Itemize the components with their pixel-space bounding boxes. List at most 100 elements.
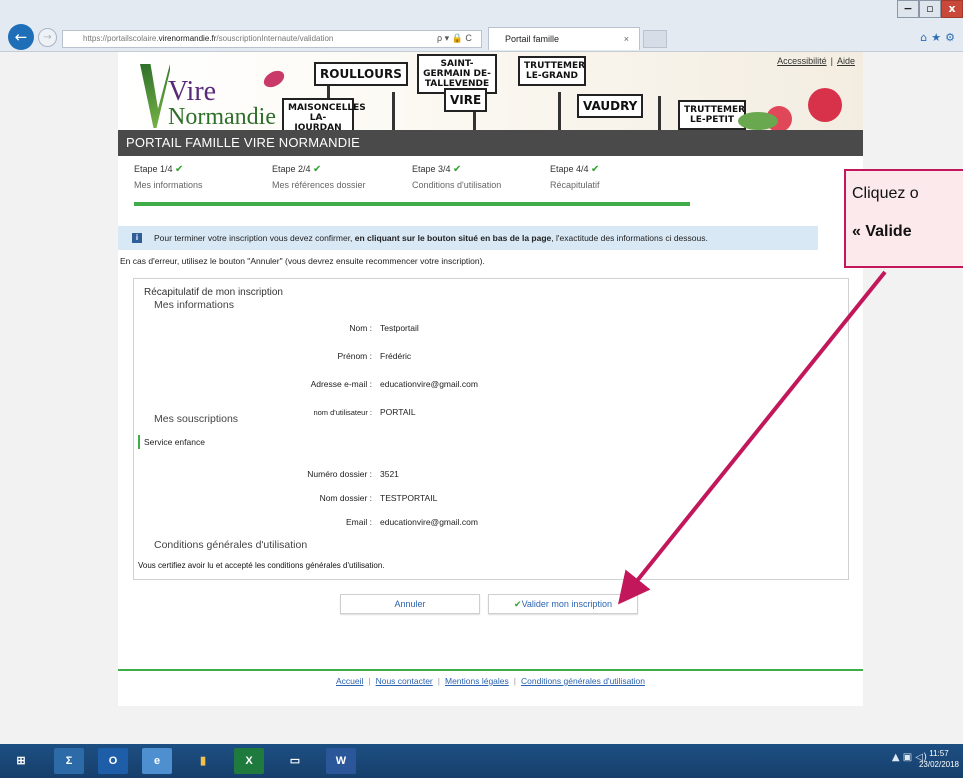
help-link[interactable]: Aide — [837, 56, 855, 66]
top-links: Accessibilité | Aide — [777, 56, 855, 66]
footer-link-cgu[interactable]: Conditions générales d'utilisation — [521, 676, 645, 686]
home-star-gear-icons[interactable]: ⌂★⚙ — [920, 31, 959, 44]
tab-title: Portail famille — [505, 34, 560, 44]
back-arrow-icon[interactable]: ← — [8, 24, 34, 50]
clock[interactable]: 11:57 23/02/2018 — [919, 748, 959, 770]
footer-separator: | — [513, 676, 516, 686]
info-icon: i — [132, 233, 142, 243]
field-key: Adresse e-mail : — [310, 379, 372, 389]
step-label: Etape 3/4 — [412, 164, 451, 174]
field-value: PORTAIL — [380, 407, 416, 417]
field-key: Nom : — [349, 323, 372, 333]
taskbar-window-icon[interactable]: ▭ — [280, 748, 310, 774]
minimize-button[interactable]: − — [897, 0, 919, 18]
field-row-email: Adresse e-mail : educationvire@gmail.com — [134, 379, 694, 389]
step-label: Etape 2/4 — [272, 164, 311, 174]
sign-maisoncelles: MAISONCELLES LA-JOURDAN — [282, 98, 366, 130]
footer-separator: | — [368, 676, 371, 686]
footer-divider — [118, 669, 863, 671]
footer-link-contact[interactable]: Nous contacter — [376, 676, 433, 686]
field-value: educationvire@gmail.com — [380, 379, 478, 389]
tab-portail-famille[interactable]: Portail famille × — [488, 27, 640, 50]
field-value: Testportail — [380, 323, 419, 333]
header-banner: Vire Normandie ROULLOURS SAINT-GERMAIN D… — [118, 52, 863, 130]
check-icon: ✔ — [591, 164, 600, 175]
recap-title: Récapitulatif de mon inscription — [144, 287, 283, 298]
section-mes-informations: Mes informations — [154, 299, 234, 311]
sign-post — [392, 92, 395, 130]
field-key: Numéro dossier : — [307, 469, 372, 479]
field-value: 3521 — [380, 469, 399, 479]
field-key: Email : — [346, 517, 372, 527]
decor-leaf-icon — [738, 112, 778, 130]
check-icon: ✔ — [313, 164, 322, 175]
step-sub: Mes informations — [134, 180, 203, 190]
step-3: Etape 3/4 ✔ Conditions d'utilisation — [412, 164, 501, 190]
maximize-button[interactable]: ▫ — [919, 0, 941, 18]
info-text-end: , l'exactitude des informations ci desso… — [551, 233, 708, 243]
start-button-icon[interactable]: ⊞ — [6, 748, 36, 774]
footer-link-mentions[interactable]: Mentions légales — [445, 676, 509, 686]
accessibility-link[interactable]: Accessibilité — [777, 56, 827, 66]
callout-line-1: Cliquez o — [852, 185, 919, 202]
page-viewport: Vire Normandie ROULLOURS SAINT-GERMAIN D… — [0, 52, 963, 744]
progress-bar — [134, 202, 690, 206]
file-explorer-icon[interactable]: ▮ — [188, 748, 218, 774]
section-mes-souscriptions: Mes souscriptions — [154, 413, 239, 425]
field-value: TESTPORTAIL — [380, 493, 438, 503]
field-key: Prénom : — [337, 351, 373, 361]
tab-close-icon[interactable]: × — [624, 28, 629, 50]
step-2: Etape 2/4 ✔ Mes références dossier — [272, 164, 366, 190]
word-icon[interactable]: W — [326, 748, 356, 774]
browser-chrome: ← → https://portailscolaire.virenormandi… — [0, 0, 963, 52]
info-banner: i Pour terminer votre inscription vous d… — [118, 226, 818, 250]
sign-truttemer-le-grand: TRUTTEMER LE-GRAND — [518, 56, 586, 86]
portal-page: Vire Normandie ROULLOURS SAINT-GERMAIN D… — [118, 52, 863, 706]
close-window-button[interactable]: x — [941, 0, 963, 18]
check-icon: ✔ — [453, 164, 462, 175]
sign-post — [558, 92, 561, 130]
step-sub: Récapitulatif — [550, 180, 600, 190]
info-text: Pour terminer votre inscription vous dev… — [154, 233, 355, 243]
field-value: educationvire@gmail.com — [380, 517, 478, 527]
field-row-prenom: Prénom : Frédéric — [134, 351, 694, 361]
outlook-icon[interactable]: O — [98, 748, 128, 774]
footer-link-accueil[interactable]: Accueil — [336, 676, 363, 686]
clock-time: 11:57 — [929, 749, 949, 758]
service-enfance-label: Service enfance — [138, 435, 205, 449]
field-row-nom-dossier: Nom dossier : TESTPORTAIL — [134, 493, 694, 503]
new-tab-button[interactable] — [643, 30, 667, 48]
footer-links: Accueil | Nous contacter | Mentions légales |… — [118, 676, 863, 686]
forward-arrow-icon[interactable]: → — [38, 28, 57, 47]
excel-icon[interactable]: X — [234, 748, 264, 774]
validate-button[interactable]: ✔Valider mon inscription — [488, 594, 638, 614]
sign-roullours: ROULLOURS — [314, 62, 408, 86]
windows-taskbar: ⊞ Σ O e ▮ X ▭ W ▲ ▣ ◁) 11:57 23/02/2018 — [0, 744, 963, 778]
step-sub: Mes références dossier — [272, 180, 366, 190]
info-text-bold: en cliquant sur le bouton situé en bas d… — [354, 233, 552, 243]
check-icon: ✔ — [175, 164, 184, 175]
footer-separator: | — [437, 676, 440, 686]
validate-label: Valider mon inscription — [521, 599, 612, 609]
taskbar-app-icon[interactable]: Σ — [54, 748, 84, 774]
address-bar-icons[interactable]: ρ ▾ 🔒 C — [437, 30, 472, 46]
field-value: Frédéric — [380, 351, 412, 361]
url-path: /souscriptionInternaute/validation — [216, 34, 334, 43]
step-4: Etape 4/4 ✔ Récapitulatif — [550, 164, 600, 190]
section-cgu: Conditions générales d'utilisation — [154, 539, 308, 551]
sign-vaudry: VAUDRY — [577, 94, 644, 118]
address-bar[interactable]: https://portailscolaire.virenormandie.fr… — [62, 30, 482, 48]
field-row-nom: Nom : Testportail — [134, 323, 694, 333]
sign-vire: VIRE — [444, 88, 488, 112]
check-icon: ✔ — [514, 600, 522, 610]
url-domain: virenormandie.fr — [158, 34, 217, 43]
cancel-button[interactable]: Annuler — [340, 594, 480, 614]
step-label: Etape 4/4 — [550, 164, 589, 174]
clock-date: 23/02/2018 — [918, 760, 959, 769]
step-1: Etape 1/4 ✔ Mes informations — [134, 164, 203, 190]
certify-text: Vous certifiez avoir lu et accepté les c… — [138, 561, 385, 570]
step-sub: Conditions d'utilisation — [412, 180, 502, 190]
window-controls: − ▫ x — [897, 0, 963, 18]
field-row-numero-dossier: Numéro dossier : 3521 — [134, 469, 694, 479]
internet-explorer-icon[interactable]: e — [142, 748, 172, 774]
